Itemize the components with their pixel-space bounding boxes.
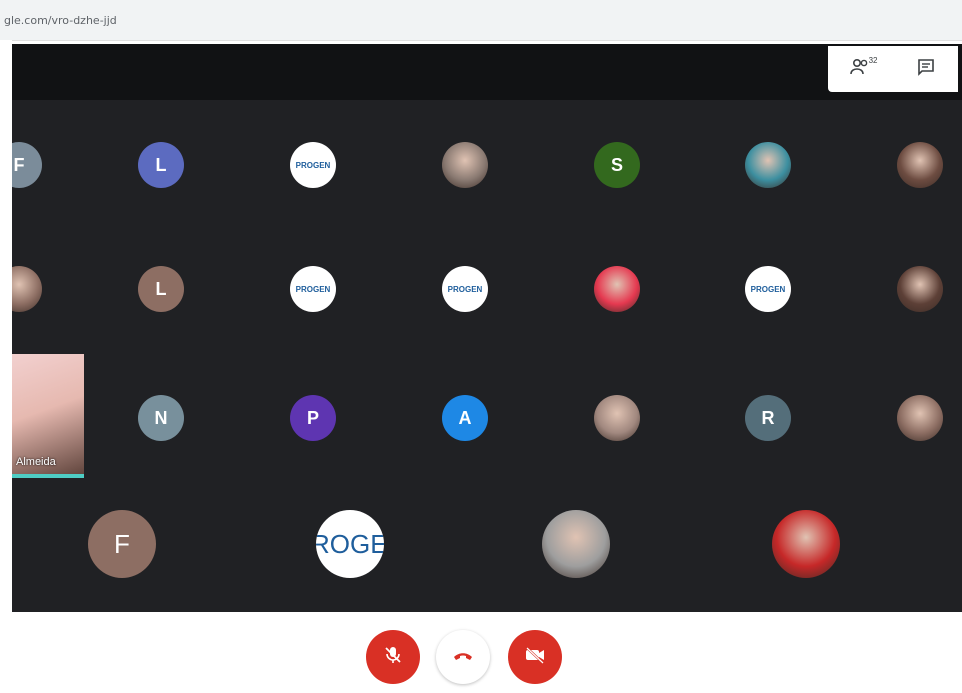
camera-off-icon	[524, 645, 546, 669]
self-name: Almeida	[16, 456, 56, 468]
hang-up-icon	[452, 648, 474, 666]
participant-avatar[interactable]: R	[745, 395, 791, 441]
participant-avatar[interactable]	[772, 510, 840, 578]
url-text[interactable]: gle.com/vro-dzhe-jjd	[4, 14, 117, 27]
participant-avatar[interactable]	[897, 266, 943, 312]
participant-avatar[interactable]	[12, 266, 42, 312]
participant-avatar[interactable]: PROGEN	[442, 266, 488, 312]
speaking-indicator	[12, 474, 84, 478]
chat-button[interactable]	[911, 54, 941, 84]
top-right-panel: 32	[828, 46, 958, 92]
participant-avatar[interactable]	[594, 395, 640, 441]
leave-call-button[interactable]	[436, 630, 490, 684]
participants-count: 32	[868, 56, 878, 65]
chat-icon	[916, 57, 936, 82]
participant-avatar[interactable]	[594, 266, 640, 312]
participant-avatar[interactable]: PROGEN	[290, 266, 336, 312]
participant-avatar[interactable]	[897, 142, 943, 188]
participant-avatar[interactable]	[745, 142, 791, 188]
participant-avatar[interactable]	[442, 142, 488, 188]
participant-avatar[interactable]: L	[138, 142, 184, 188]
meeting-top-bar	[12, 44, 962, 100]
participant-avatar[interactable]: F	[12, 142, 42, 188]
meeting-controls-bar	[12, 612, 962, 693]
participant-avatar[interactable]: PROGEN	[290, 142, 336, 188]
participant-avatar[interactable]: S	[594, 142, 640, 188]
mic-off-icon	[383, 645, 403, 670]
camera-off-button[interactable]	[508, 630, 562, 684]
participant-avatar[interactable]: P	[290, 395, 336, 441]
participant-avatar[interactable]: A	[442, 395, 488, 441]
mute-mic-button[interactable]	[366, 630, 420, 684]
self-video-tile[interactable]: Almeida	[12, 354, 84, 478]
participant-avatar[interactable]: PROGEN	[316, 510, 384, 578]
participant-grid: Almeida F L PROGEN S L PROGEN PROGEN PROGEN N P A R…	[12, 100, 962, 612]
people-button[interactable]: 32	[846, 54, 878, 84]
browser-address-bar[interactable]: gle.com/vro-dzhe-jjd	[0, 0, 962, 41]
participant-avatar[interactable]: F	[88, 510, 156, 578]
left-gutter	[0, 40, 12, 693]
participant-avatar[interactable]: N	[138, 395, 184, 441]
participant-avatar[interactable]: L	[138, 266, 184, 312]
participant-avatar[interactable]	[897, 395, 943, 441]
participant-avatar[interactable]	[542, 510, 610, 578]
participant-avatar[interactable]: PROGEN	[745, 266, 791, 312]
